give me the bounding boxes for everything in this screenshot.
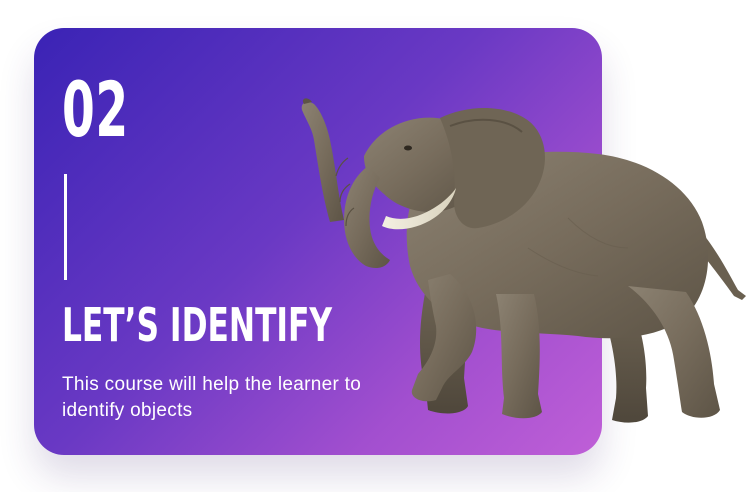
elephant-image	[301, 98, 746, 423]
vertical-divider	[64, 174, 67, 280]
stage: 02 LET’S IDENTIFY This course will help …	[0, 0, 750, 492]
step-number: 02	[62, 65, 129, 154]
